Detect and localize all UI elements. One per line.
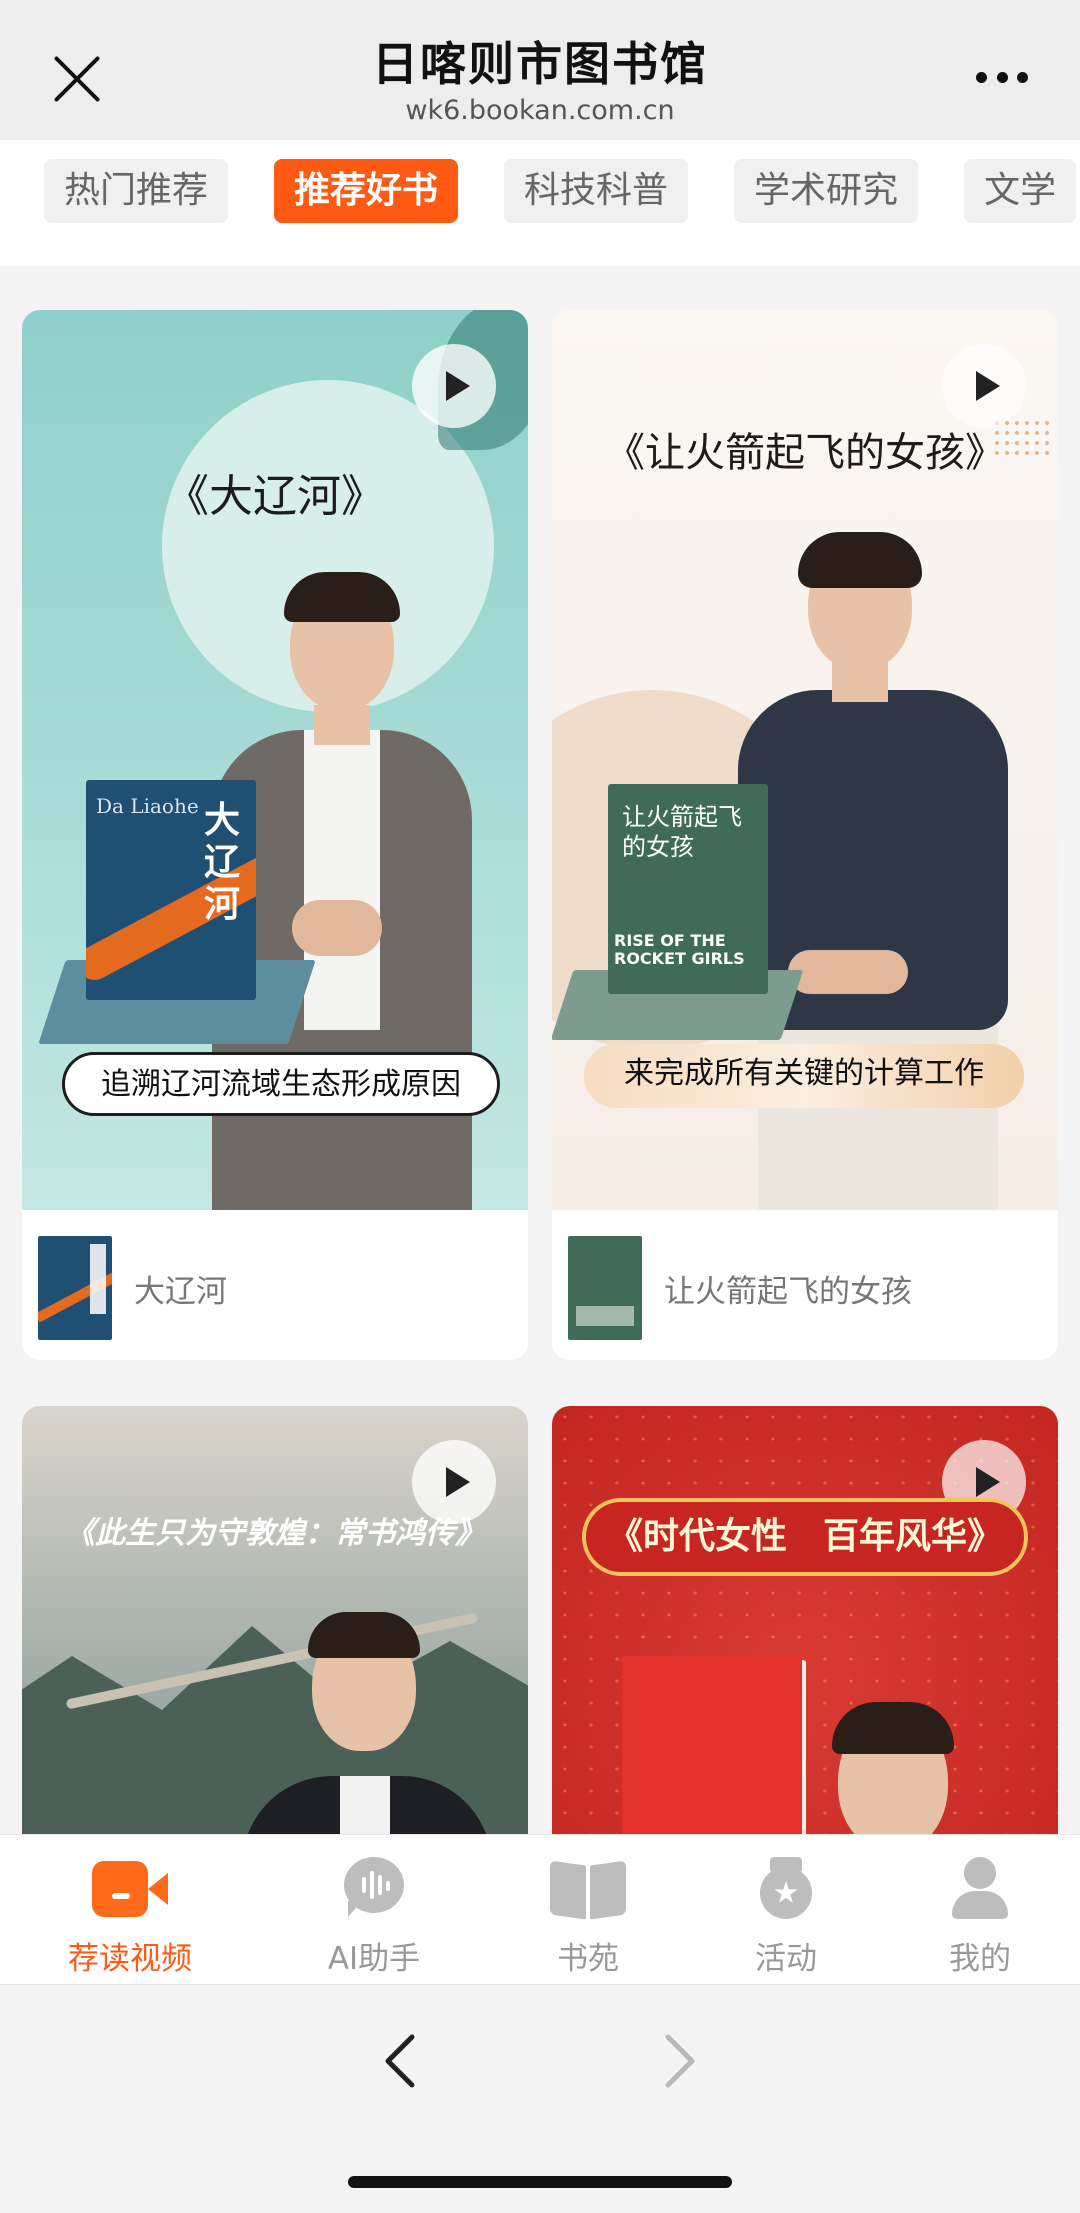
title-bar: 日喀则市图书馆 wk6.bookan.com.cn bbox=[0, 0, 1080, 140]
nav-label: 书苑 bbox=[557, 1941, 619, 1977]
video-feed: 《大辽河》 Da Liaohe 大辽河 追溯辽河流域生态形成原因 大辽河 《让火… bbox=[0, 266, 1080, 1834]
video-card[interactable]: 《此生只为守敦煌：常书鸿传》 bbox=[22, 1406, 528, 1834]
tab-science[interactable]: 科技科普 bbox=[504, 159, 689, 223]
category-tabs-bar: 热门推荐 推荐好书 科技科普 学术研究 文学 bbox=[0, 140, 1080, 266]
card-footer[interactable]: 大辽河 bbox=[22, 1216, 528, 1360]
bottom-tab-bar: 荐读视频 AI助手 书苑 活动 我的 bbox=[0, 1834, 1080, 1984]
video-card[interactable]: 《大辽河》 Da Liaohe 大辽河 追溯辽河流域生态形成原因 大辽河 bbox=[22, 310, 528, 1360]
book-cover: Da Liaohe 大辽河 bbox=[86, 780, 256, 1000]
book-thumbnail bbox=[568, 1236, 642, 1340]
book-cover-text: Da Liaohe bbox=[96, 794, 199, 818]
video-card[interactable]: 《时代女性 百年风华》 bbox=[552, 1406, 1058, 1834]
tab-hot[interactable]: 热门推荐 bbox=[44, 159, 229, 223]
card-footer[interactable]: 让火箭起飞的女孩 bbox=[552, 1216, 1058, 1360]
tab-literature[interactable]: 文学 bbox=[964, 159, 1077, 223]
nav-label: 荐读视频 bbox=[68, 1941, 192, 1977]
back-arrow-icon[interactable] bbox=[372, 2031, 432, 2091]
book-vertical-title: 让火箭起飞的女孩 bbox=[622, 803, 742, 861]
nav-label: AI助手 bbox=[327, 1941, 421, 1977]
page-title: 日喀则市图书馆 bbox=[372, 37, 708, 91]
ai-voice-icon bbox=[344, 1857, 404, 1917]
medal-icon bbox=[756, 1857, 816, 1919]
video-cover[interactable]: 《此生只为守敦煌：常书鸿传》 bbox=[22, 1406, 528, 1834]
title-block: 日喀则市图书馆 wk6.bookan.com.cn bbox=[0, 34, 1080, 128]
cover-title: 《时代女性 百年风华》 bbox=[582, 1498, 1028, 1576]
nav-label: 活动 bbox=[755, 1941, 817, 1977]
caption-pill: 追溯辽河流域生态形成原因 bbox=[62, 1052, 500, 1116]
more-options-icon[interactable] bbox=[976, 70, 1028, 84]
cover-title: 《大辽河》 bbox=[165, 471, 385, 522]
book-vertical-title: 大辽河 bbox=[204, 800, 241, 925]
tab-academic[interactable]: 学术研究 bbox=[734, 159, 919, 223]
book-thumbnail bbox=[38, 1236, 112, 1340]
nav-label: 我的 bbox=[949, 1941, 1011, 1977]
book-title: 大辽河 bbox=[134, 1273, 227, 1310]
video-card[interactable]: 《让火箭起飞的女孩》 让火箭起飞的女孩 RISE OF THE ROCKET G… bbox=[552, 310, 1058, 1360]
home-indicator[interactable] bbox=[348, 2176, 732, 2188]
video-camera-icon bbox=[92, 1857, 168, 1917]
book-title: 让火箭起飞的女孩 bbox=[664, 1273, 912, 1310]
book-cover bbox=[622, 1656, 802, 1834]
page-url: wk6.bookan.com.cn bbox=[405, 95, 675, 126]
open-book-icon bbox=[550, 1857, 626, 1920]
cover-title: 《让火箭起飞的女孩》 bbox=[605, 430, 1005, 476]
book-cover: 让火箭起飞的女孩 RISE OF THE ROCKET GIRLS bbox=[608, 784, 768, 994]
tab-recommended[interactable]: 推荐好书 bbox=[274, 159, 459, 223]
category-tabs: 热门推荐 推荐好书 科技科普 学术研究 文学 bbox=[44, 159, 1077, 223]
video-cover[interactable]: 《时代女性 百年风华》 bbox=[552, 1406, 1058, 1834]
video-cover[interactable]: 《大辽河》 Da Liaohe 大辽河 追溯辽河流域生态形成原因 bbox=[22, 310, 528, 1210]
play-icon[interactable] bbox=[412, 344, 496, 428]
cover-title: 《此生只为守敦煌：常书鸿传》 bbox=[65, 1516, 485, 1551]
user-icon bbox=[950, 1857, 1010, 1919]
play-icon[interactable] bbox=[942, 344, 1026, 428]
book-cover-text: RISE OF THE ROCKET GIRLS bbox=[614, 931, 745, 968]
forward-arrow-icon[interactable] bbox=[648, 2031, 708, 2091]
video-cover[interactable]: 《让火箭起飞的女孩》 让火箭起飞的女孩 RISE OF THE ROCKET G… bbox=[552, 310, 1058, 1210]
caption-pill: 来完成所有关键的计算工作 bbox=[584, 1044, 1024, 1108]
